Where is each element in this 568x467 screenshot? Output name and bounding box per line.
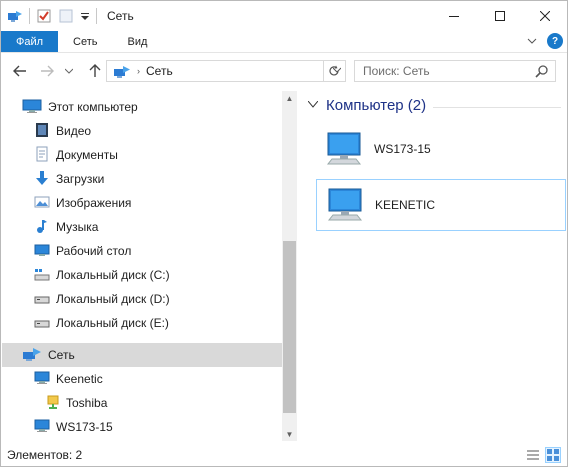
computer-tile-ws173-15[interactable]: WS173-15 <box>316 123 566 175</box>
sidebar-item-keenetic[interactable]: Keenetic <box>34 367 103 391</box>
music-folder-icon <box>34 218 50 237</box>
expand-ribbon-icon[interactable] <box>527 34 537 48</box>
toolbar-separator <box>96 8 97 24</box>
sidebar-item-label: Локальный диск (C:) <box>56 268 170 282</box>
scroll-up-icon[interactable]: ▲ <box>282 91 297 105</box>
sidebar-item-toshiba[interactable]: Toshiba <box>46 391 107 415</box>
sidebar-item-network[interactable]: Сеть <box>2 343 282 367</box>
desktop-folder-icon <box>34 242 50 261</box>
tab-network[interactable]: Сеть <box>58 31 112 52</box>
new-folder-icon[interactable] <box>58 8 74 24</box>
sidebar-item-label: Рабочий стол <box>56 244 132 258</box>
address-bar-row: › Сеть Поиск: Сеть <box>1 55 567 87</box>
navigation-scrollbar[interactable]: ▲ ▼ <box>282 91 297 441</box>
sidebar-item-label: Изображения <box>56 196 132 210</box>
content-pane: Компьютер (2) WS173-15 KEENETIC <box>298 91 567 441</box>
search-placeholder: Поиск: Сеть <box>363 64 430 78</box>
tab-view[interactable]: Вид <box>113 31 163 52</box>
up-button[interactable] <box>86 62 104 80</box>
computer-icon <box>34 418 50 437</box>
sidebar-item-downloads[interactable]: Загрузки <box>34 167 104 191</box>
item-count: Элементов: 2 <box>7 448 83 462</box>
help-icon[interactable]: ? <box>547 33 563 49</box>
chevron-down-icon[interactable] <box>307 100 319 111</box>
sidebar-item-label: Toshiba <box>66 396 108 410</box>
group-header[interactable]: Компьютер (2) <box>307 97 427 114</box>
computer-icon <box>34 370 50 389</box>
search-icon[interactable] <box>535 64 549 81</box>
tab-file[interactable]: Файл <box>1 31 59 52</box>
explorer-window: Сеть Файл Сеть Вид ? › Сеть Поиск: Сеть … <box>0 0 568 467</box>
scrollbar-thumb[interactable] <box>283 241 296 413</box>
sidebar-item-ws173-15[interactable]: WS173-15 <box>34 415 113 439</box>
status-bar: Элементов: 2 <box>1 444 567 466</box>
sidebar-item-label: WS173-15 <box>56 420 113 434</box>
pictures-folder-icon <box>34 194 50 213</box>
title-bar: Сеть <box>1 1 567 31</box>
group-label: Компьютер (2) <box>326 97 427 114</box>
sidebar-item-video[interactable]: Видео <box>34 119 91 143</box>
computer-icon <box>324 130 364 169</box>
address-bar[interactable]: › Сеть <box>106 60 346 82</box>
breadcrumb-network[interactable]: Сеть <box>146 64 173 78</box>
scroll-down-icon[interactable]: ▼ <box>282 427 297 441</box>
minimize-button[interactable] <box>431 1 477 31</box>
navigation-pane: Этот компьютер Видео Документы Загрузки … <box>2 91 296 441</box>
sidebar-item-label: Keenetic <box>56 372 103 386</box>
search-input[interactable]: Поиск: Сеть <box>354 60 556 82</box>
details-view-icon[interactable] <box>525 447 541 463</box>
sidebar-item-label: Документы <box>56 148 118 162</box>
sidebar-item-pictures[interactable]: Изображения <box>34 191 131 215</box>
sidebar-item-drive-e[interactable]: Локальный диск (E:) <box>34 311 169 335</box>
system-drive-icon <box>34 266 50 285</box>
network-icon <box>113 63 131 79</box>
computer-name: KEENETIC <box>375 198 436 212</box>
sidebar-item-label: Музыка <box>56 220 99 234</box>
sidebar-item-drive-c[interactable]: Локальный диск (C:) <box>34 263 170 287</box>
quick-access-toolbar: Сеть <box>1 1 134 31</box>
properties-icon[interactable] <box>36 8 52 24</box>
computer-icon <box>22 98 42 117</box>
back-button[interactable] <box>11 62 29 80</box>
sidebar-item-label: Локальный диск (D:) <box>56 292 170 306</box>
computer-tile-keenetic[interactable]: KEENETIC <box>316 179 566 231</box>
sidebar-item-label: Загрузки <box>56 172 105 186</box>
documents-folder-icon <box>34 146 50 165</box>
sidebar-item-documents[interactable]: Документы <box>34 143 118 167</box>
drive-icon <box>34 290 50 309</box>
customize-toolbar-icon[interactable] <box>80 8 90 24</box>
sidebar-item-music[interactable]: Музыка <box>34 215 98 239</box>
network-icon <box>22 346 42 365</box>
video-folder-icon <box>34 122 50 141</box>
drive-icon <box>34 314 50 333</box>
ribbon-tabs: Файл Сеть Вид ? <box>1 31 567 53</box>
sidebar-item-label: Этот компьютер <box>48 100 138 114</box>
sidebar-item-drive-d[interactable]: Локальный диск (D:) <box>34 287 170 311</box>
group-divider <box>433 107 561 108</box>
sidebar-item-this-pc[interactable]: Этот компьютер <box>22 95 138 119</box>
close-button[interactable] <box>522 1 568 31</box>
computer-icon <box>325 186 365 225</box>
maximize-button[interactable] <box>477 1 523 31</box>
network-icon <box>7 8 23 24</box>
computer-name: WS173-15 <box>374 142 431 156</box>
forward-button[interactable] <box>38 62 56 80</box>
share-icon <box>46 394 60 413</box>
sidebar-item-desktop[interactable]: Рабочий стол <box>34 239 131 263</box>
view-switcher <box>521 447 561 463</box>
sidebar-item-label: Локальный диск (E:) <box>56 316 169 330</box>
refresh-button[interactable] <box>323 60 343 82</box>
breadcrumb-chevron-icon[interactable]: › <box>137 66 140 76</box>
sidebar-item-label: Сеть <box>48 348 75 362</box>
sidebar-item-label: Видео <box>56 124 92 138</box>
toolbar-separator <box>29 8 30 24</box>
recent-locations-icon[interactable] <box>60 62 78 80</box>
window-title: Сеть <box>107 9 134 23</box>
large-icons-view-icon[interactable] <box>545 447 561 463</box>
downloads-folder-icon <box>34 170 50 189</box>
